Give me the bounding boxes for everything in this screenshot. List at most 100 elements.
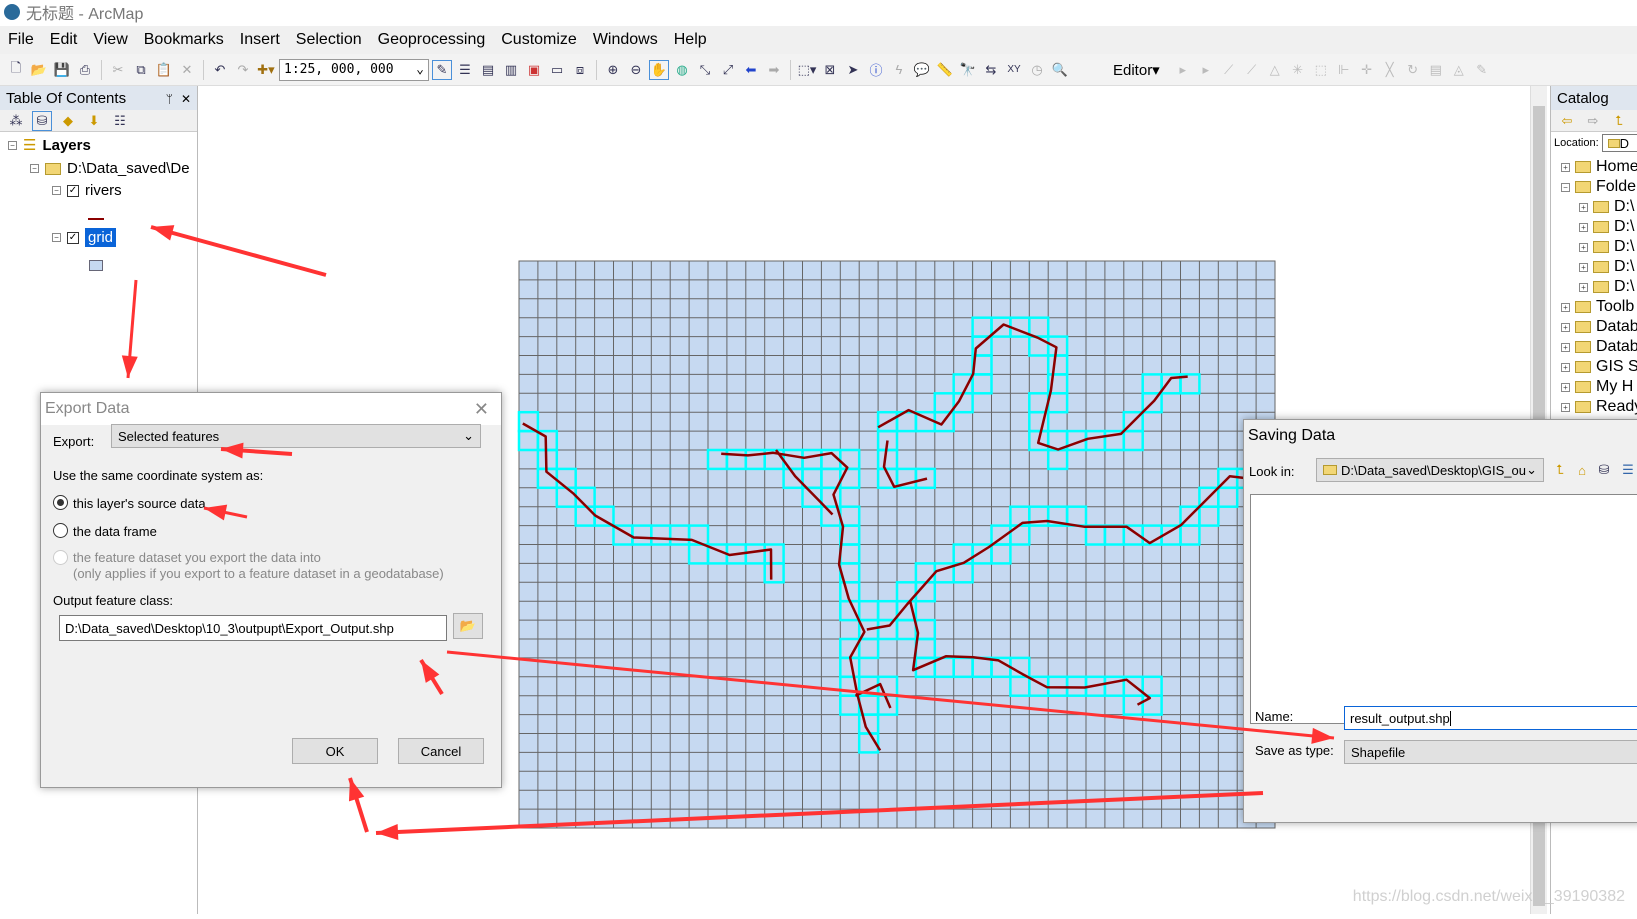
catalog-item[interactable]: + Toolb — [1561, 298, 1634, 316]
toc-window-icon[interactable]: ☰ — [455, 60, 475, 80]
collapse-icon[interactable]: − — [52, 186, 61, 195]
options-icon[interactable]: ☷ — [110, 111, 130, 131]
radio-layer-source[interactable] — [53, 495, 68, 510]
edit-vertices-icon[interactable]: ⬚ — [1311, 60, 1331, 80]
layer-grid[interactable]: − ✓ grid — [52, 228, 117, 247]
go-to-xy-icon[interactable]: XY — [1004, 60, 1024, 80]
connect-folder-icon[interactable]: ⛁ — [1594, 460, 1614, 480]
layer-visibility-checkbox[interactable]: ✓ — [67, 231, 79, 244]
file-list[interactable] — [1250, 494, 1637, 724]
modelbuilder-icon[interactable]: ⧈ — [570, 60, 590, 80]
back-icon[interactable]: ⇦ — [1557, 111, 1577, 131]
save-as-type-select[interactable]: Shapefile — [1344, 740, 1637, 764]
identify-icon[interactable]: ⓘ — [866, 60, 886, 80]
home-icon[interactable]: ⌂ — [1572, 460, 1592, 480]
tree-node-folder[interactable]: − D:\Data_saved\De — [30, 160, 190, 177]
zoom-out-icon[interactable]: ⊖ — [626, 60, 646, 80]
editor-menu[interactable]: Editor▾ — [1113, 61, 1160, 79]
scale-combo[interactable]: 1:25, 000, 000 ⌄ — [279, 58, 429, 81]
menu-geoprocessing[interactable]: Geoprocessing — [378, 31, 486, 49]
new-icon[interactable]: 🗋 — [6, 60, 26, 80]
expand-icon[interactable]: + — [1579, 242, 1588, 252]
collapse-icon[interactable]: − — [52, 233, 61, 242]
menu-selection[interactable]: Selection — [296, 31, 362, 49]
location-input[interactable]: D — [1601, 134, 1637, 152]
attributes-icon[interactable]: ▤ — [1426, 60, 1446, 80]
collapse-icon[interactable]: − — [30, 164, 39, 173]
expand-icon[interactable]: + — [1561, 302, 1570, 312]
layer-rivers[interactable]: − ✓ rivers — [52, 182, 122, 199]
catalog-item[interactable]: + Datab — [1561, 338, 1637, 356]
paste-icon[interactable]: 📋 — [154, 60, 174, 80]
catalog-item[interactable]: + D:\ — [1579, 218, 1634, 236]
find-route-icon[interactable]: ⇆ — [981, 60, 1001, 80]
catalog-item[interactable]: + Ready — [1561, 398, 1637, 416]
layer-visibility-checkbox[interactable]: ✓ — [67, 184, 79, 197]
ok-button[interactable]: OK — [292, 738, 378, 764]
trace-icon[interactable]: △ — [1265, 60, 1285, 80]
expand-icon[interactable]: − — [1561, 182, 1570, 192]
expand-icon[interactable]: + — [1561, 162, 1570, 172]
close-icon[interactable]: ✕ — [181, 92, 191, 106]
save-icon[interactable]: 💾 — [52, 60, 72, 80]
cancel-button[interactable]: Cancel — [398, 738, 484, 764]
catalog-item[interactable]: + D:\ — [1579, 258, 1634, 276]
expand-icon[interactable]: + — [1579, 202, 1588, 212]
hyperlink-icon[interactable]: ϟ — [889, 60, 909, 80]
catalog-item[interactable]: + D:\ — [1579, 198, 1634, 216]
menu-file[interactable]: File — [8, 31, 34, 49]
catalog-item[interactable]: + My H — [1561, 378, 1633, 396]
delete-icon[interactable]: ✕ — [177, 60, 197, 80]
measure-icon[interactable]: 📏 — [935, 60, 955, 80]
menu-bookmarks[interactable]: Bookmarks — [144, 31, 224, 49]
undo-icon[interactable]: ↶ — [210, 60, 230, 80]
full-extent-icon[interactable]: ◍ — [672, 60, 692, 80]
search-window-icon[interactable]: ▥ — [501, 60, 521, 80]
expand-icon[interactable]: + — [1561, 362, 1570, 372]
cut-icon[interactable]: ✂ — [108, 60, 128, 80]
catalog-item[interactable]: + D:\ — [1579, 278, 1634, 296]
split-icon[interactable]: ╳ — [1380, 60, 1400, 80]
end-point-arc-icon[interactable]: ⟋ — [1242, 60, 1262, 80]
view-list-icon[interactable]: ☰ — [1618, 460, 1637, 480]
fixed-zoom-in-icon[interactable]: ⤡ — [695, 60, 715, 80]
expand-icon[interactable]: + — [1561, 322, 1570, 332]
catalog-item[interactable]: − Folde — [1561, 178, 1636, 196]
point-icon[interactable]: ✳ — [1288, 60, 1308, 80]
menu-customize[interactable]: Customize — [501, 31, 577, 49]
pan-icon[interactable]: ✋ — [649, 59, 669, 80]
catalog-item[interactable]: + Home — [1561, 158, 1637, 176]
expand-icon[interactable]: + — [1561, 382, 1570, 392]
up-one-level-icon[interactable]: ⮤ — [1550, 460, 1570, 480]
output-feature-class-input[interactable]: D:\Data_saved\Desktop\10_3\outpupt\Expor… — [59, 615, 447, 641]
reshape-icon[interactable]: ⊩ — [1334, 60, 1354, 80]
back-extent-icon[interactable]: ⬅ — [741, 60, 761, 80]
magnifier-icon[interactable]: 🔍 — [1050, 60, 1070, 80]
find-icon[interactable]: 🔭 — [958, 60, 978, 80]
copy-icon[interactable]: ⧉ — [131, 60, 151, 80]
export-select[interactable]: Selected features ⌄ — [111, 424, 481, 448]
fixed-zoom-out-icon[interactable]: ⤢ — [718, 60, 738, 80]
cut-polygons-icon[interactable]: ✛ — [1357, 60, 1377, 80]
menu-view[interactable]: View — [93, 31, 127, 49]
editor-toolbar-icon[interactable]: ✎ — [432, 59, 452, 80]
menu-insert[interactable]: Insert — [240, 31, 280, 49]
python-window-icon[interactable]: ▭ — [547, 60, 567, 80]
expand-icon[interactable]: + — [1579, 282, 1588, 292]
straight-segment-icon[interactable]: ⟋ — [1219, 60, 1239, 80]
print-icon[interactable]: ⎙ — [75, 60, 95, 80]
redo-icon[interactable]: ↷ — [233, 60, 253, 80]
forward-extent-icon[interactable]: ➡ — [764, 60, 784, 80]
list-by-selection-icon[interactable]: ⬇ — [84, 111, 104, 131]
sketch-properties-icon[interactable]: ◬ — [1449, 60, 1469, 80]
clear-selection-icon[interactable]: ⊠ — [820, 60, 840, 80]
menu-windows[interactable]: Windows — [593, 31, 658, 49]
pin-icon[interactable]: ᛘ — [166, 92, 173, 106]
radio-data-frame[interactable] — [53, 523, 68, 538]
close-icon[interactable]: ✕ — [474, 399, 489, 420]
forward-icon[interactable]: ⇨ — [1583, 111, 1603, 131]
menu-help[interactable]: Help — [674, 31, 707, 49]
expand-icon[interactable]: + — [1561, 402, 1570, 412]
open-icon[interactable]: 📂 — [29, 60, 49, 80]
expand-icon[interactable]: + — [1579, 222, 1588, 232]
